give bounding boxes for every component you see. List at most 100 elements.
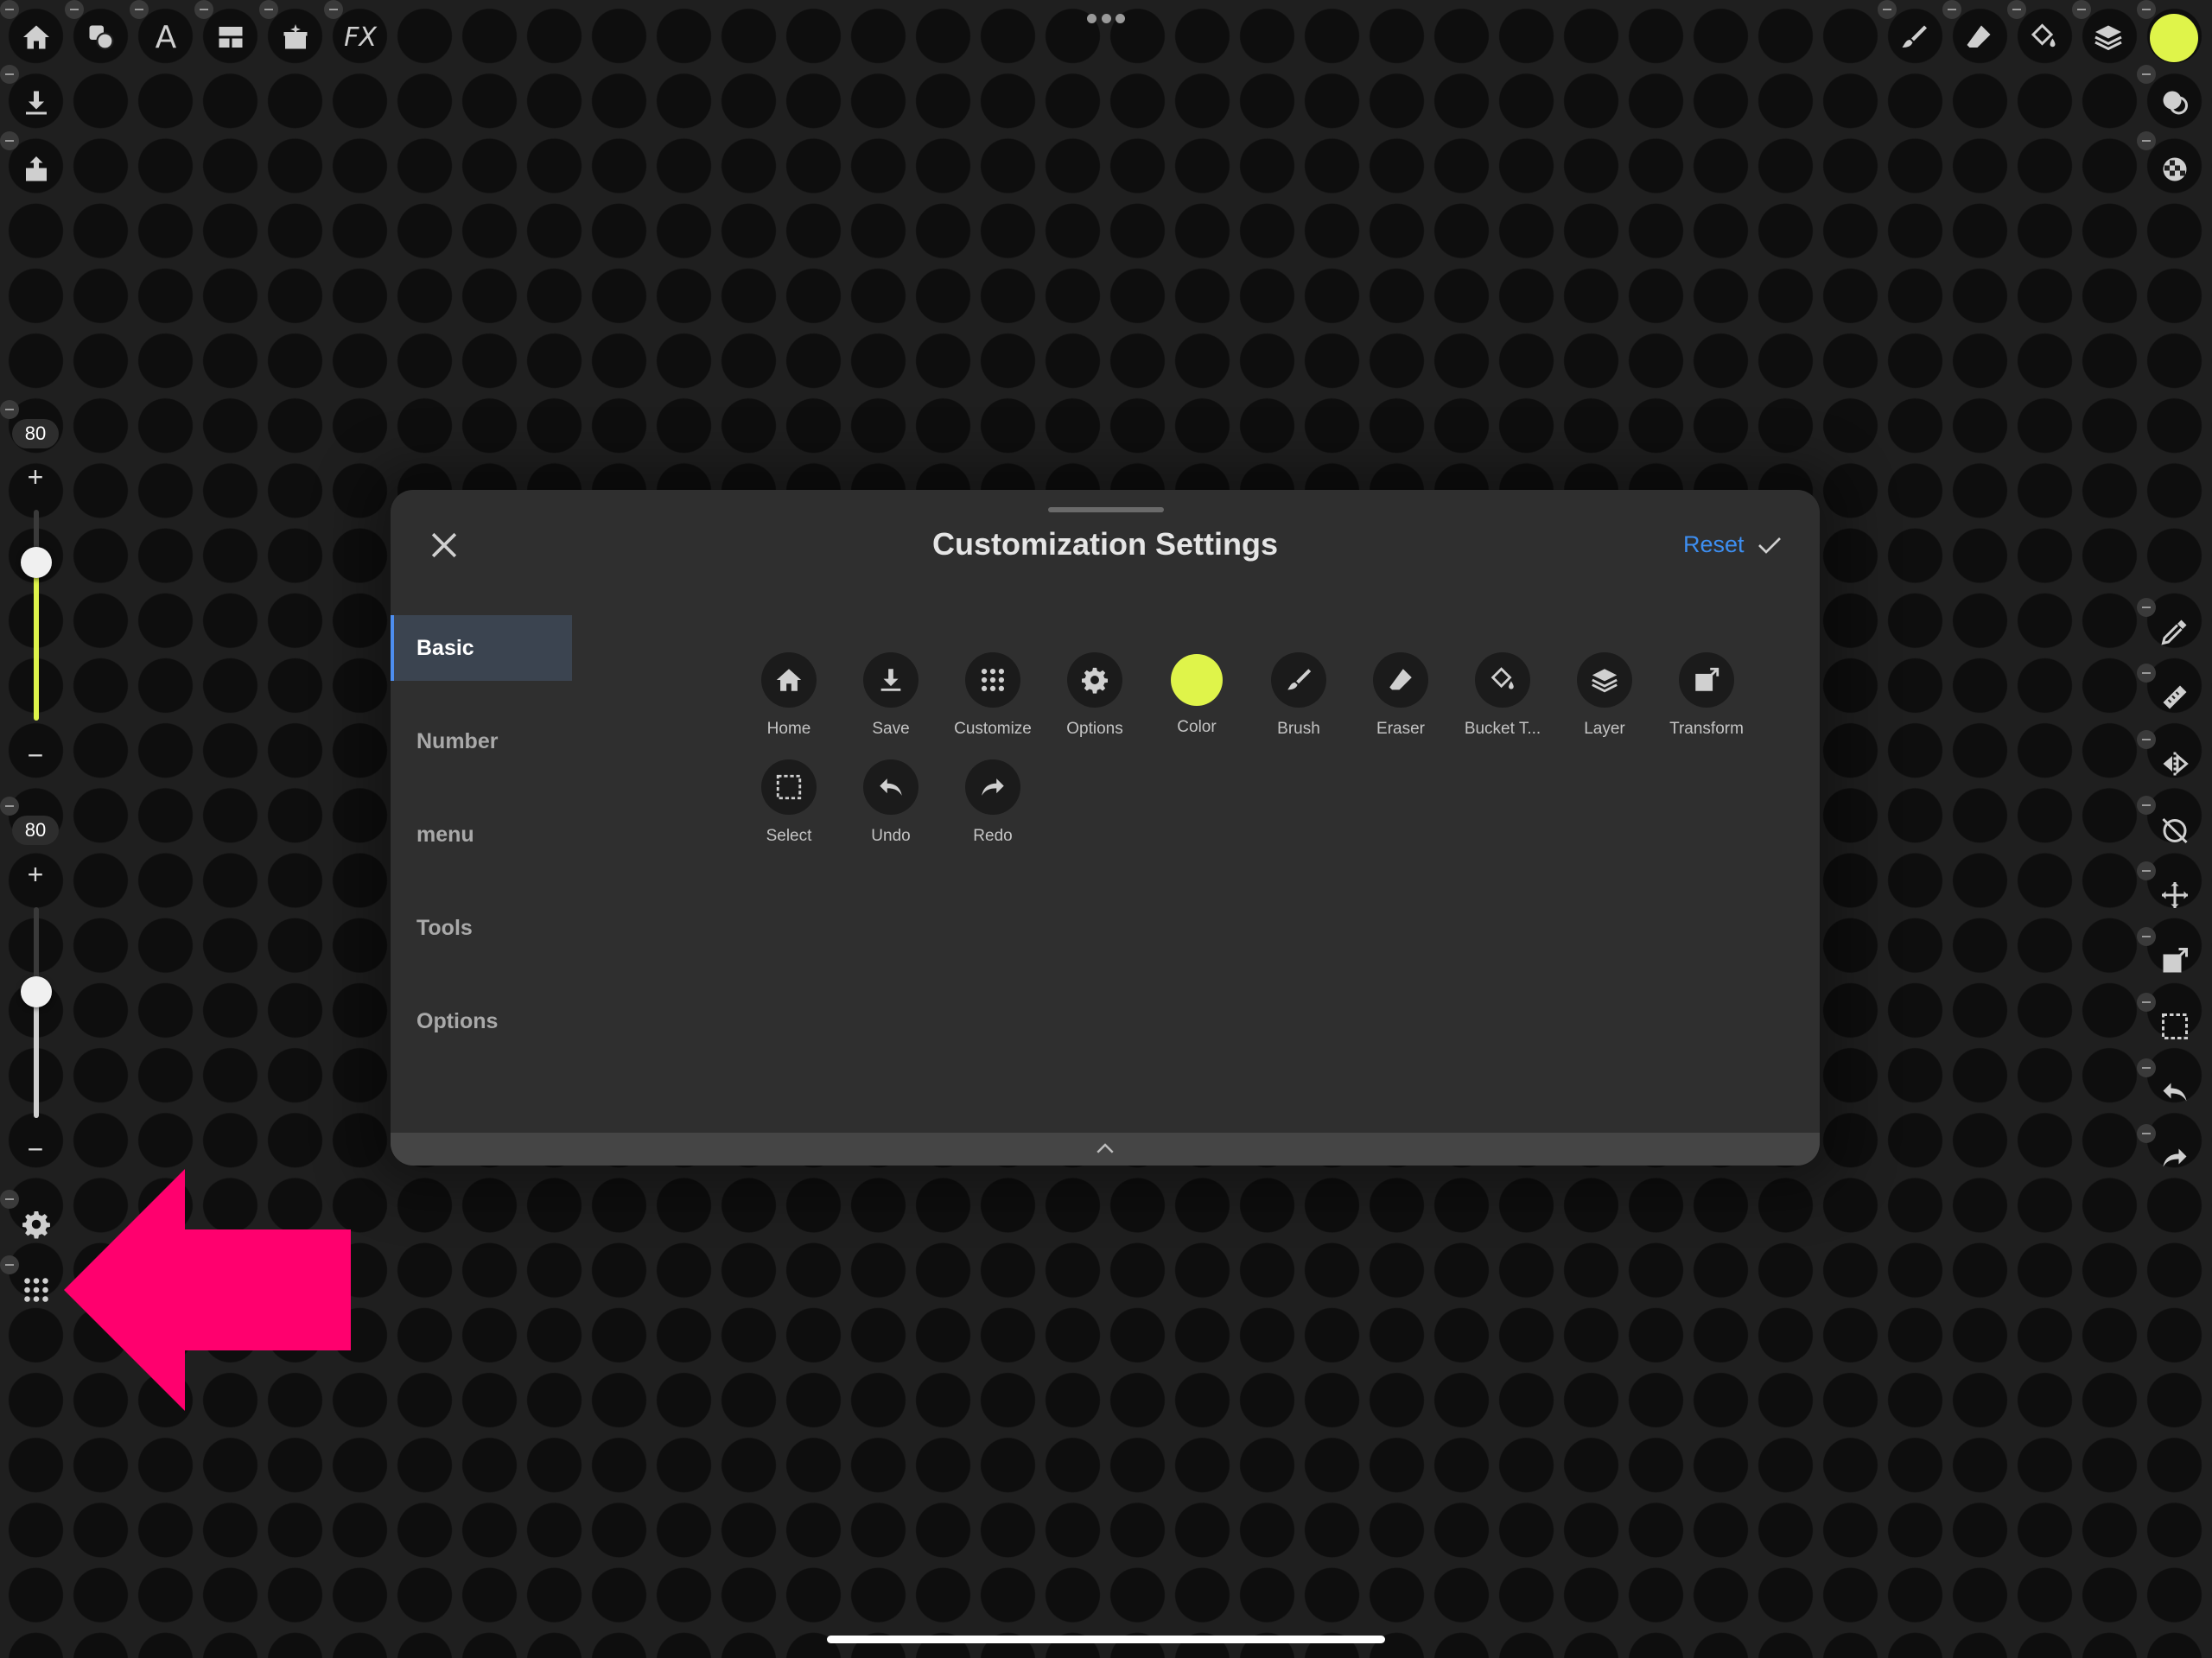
- tool-label: Color: [1177, 718, 1217, 736]
- sidebar-tab-tools[interactable]: Tools: [391, 895, 572, 961]
- remove-badge[interactable]: [2137, 598, 2156, 617]
- save-button[interactable]: [11, 78, 61, 128]
- undo-button[interactable]: [2150, 1067, 2200, 1117]
- checkmark-icon[interactable]: [1756, 531, 1783, 559]
- remove-badge[interactable]: [2007, 0, 2026, 19]
- brush-size-knob[interactable]: [21, 547, 52, 578]
- transform-button[interactable]: [2150, 936, 2200, 986]
- remove-badge[interactable]: [0, 65, 19, 84]
- move-button[interactable]: [2150, 870, 2200, 920]
- frame-button[interactable]: [206, 12, 256, 62]
- gear-icon: [22, 1211, 50, 1239]
- bucket-button[interactable]: [2018, 12, 2069, 62]
- remove-badge[interactable]: [0, 0, 19, 19]
- remove-badge[interactable]: [2137, 0, 2156, 19]
- reset-button[interactable]: Reset: [1683, 531, 1745, 558]
- remove-badge[interactable]: [130, 0, 149, 19]
- remove-badge[interactable]: [2137, 927, 2156, 946]
- size-decrease-button[interactable]: −: [19, 740, 52, 772]
- layers-button[interactable]: [2083, 12, 2133, 62]
- sidebar-tab-options[interactable]: Options: [391, 988, 572, 1054]
- remove-badge[interactable]: [2137, 1124, 2156, 1143]
- brush-size-slider[interactable]: [34, 510, 39, 721]
- opacity-increase-button[interactable]: +: [19, 859, 52, 892]
- collapse-bar[interactable]: [391, 1133, 1820, 1166]
- eyedropper-icon: [2161, 619, 2187, 645]
- tool-item-save[interactable]: Save: [840, 652, 942, 739]
- opacity-slider[interactable]: [34, 907, 39, 1118]
- shapes-button[interactable]: [76, 12, 126, 62]
- fx-button[interactable]: FX: [335, 12, 385, 62]
- remove-badge[interactable]: [0, 400, 19, 419]
- tool-item-home[interactable]: Home: [738, 652, 840, 739]
- tool-item-redo[interactable]: Redo: [942, 759, 1044, 846]
- tool-item-color[interactable]: Color: [1146, 652, 1248, 737]
- remove-badge[interactable]: [259, 0, 278, 19]
- remove-badge[interactable]: [65, 0, 84, 19]
- remove-badge[interactable]: [0, 131, 19, 150]
- tool-item-undo[interactable]: Undo: [840, 759, 942, 846]
- opacity-decrease-button[interactable]: −: [19, 1134, 52, 1166]
- ruler-button[interactable]: [2150, 672, 2200, 722]
- select-button[interactable]: [2150, 1001, 2200, 1051]
- tool-item-customize[interactable]: Customize: [942, 652, 1044, 739]
- snap-button[interactable]: [2150, 804, 2200, 854]
- tool-item-transform[interactable]: Transform: [1656, 652, 1758, 739]
- remove-badge[interactable]: [2137, 861, 2156, 880]
- eyedropper-button[interactable]: [2150, 607, 2200, 657]
- opacity-value: 80: [12, 816, 59, 845]
- gift-button[interactable]: [270, 12, 321, 62]
- texture-button[interactable]: [2150, 144, 2200, 194]
- home-button[interactable]: [11, 12, 61, 62]
- tool-item-options[interactable]: Options: [1044, 652, 1146, 739]
- remove-badge[interactable]: [2137, 993, 2156, 1012]
- home-indicator[interactable]: [827, 1636, 1385, 1643]
- remove-badge[interactable]: [0, 797, 19, 816]
- tool-item-brush[interactable]: Brush: [1248, 652, 1350, 739]
- tool-item-bucket-t[interactable]: Bucket T...: [1452, 652, 1554, 739]
- tool-item-eraser[interactable]: Eraser: [1350, 652, 1452, 739]
- remove-badge[interactable]: [2137, 796, 2156, 815]
- tool-item-select[interactable]: Select: [738, 759, 840, 846]
- tool-label: Options: [1066, 720, 1123, 738]
- blend-button[interactable]: [2150, 78, 2200, 128]
- remove-badge[interactable]: [2072, 0, 2091, 19]
- remove-badge[interactable]: [1878, 0, 1897, 19]
- tool-item-layer[interactable]: Layer: [1554, 652, 1656, 739]
- share-button[interactable]: [11, 144, 61, 194]
- opacity-knob[interactable]: [21, 975, 52, 1007]
- remove-badge[interactable]: [0, 1255, 19, 1274]
- remove-badge[interactable]: [324, 0, 343, 19]
- tool-label: Layer: [1584, 720, 1625, 738]
- customize-button[interactable]: [11, 1265, 61, 1315]
- remove-badge[interactable]: [2137, 1058, 2156, 1077]
- remove-badge[interactable]: [0, 1190, 19, 1209]
- color-swatch-button[interactable]: [2150, 14, 2198, 62]
- symmetry-button[interactable]: [2150, 739, 2200, 789]
- remove-badge[interactable]: [2137, 131, 2156, 150]
- sparkle-box-icon: [283, 24, 308, 49]
- eraser-button[interactable]: [1954, 12, 2004, 62]
- blend-circles-icon: [2163, 91, 2188, 115]
- remove-badge[interactable]: [1942, 0, 1961, 19]
- remove-badge[interactable]: [2137, 65, 2156, 84]
- redo-icon: [2163, 1148, 2187, 1167]
- brush-button[interactable]: [1889, 12, 1939, 62]
- sidebar-tab-basic[interactable]: Basic: [391, 615, 572, 681]
- tool-label: Undo: [871, 827, 911, 845]
- size-increase-button[interactable]: +: [19, 461, 52, 494]
- text-tool-button[interactable]: A: [141, 12, 191, 62]
- checker-ball-icon: [2163, 157, 2187, 181]
- remove-badge[interactable]: [194, 0, 213, 19]
- text-tool-icon: A: [155, 19, 177, 55]
- sidebar-tab-menu[interactable]: menu: [391, 802, 572, 867]
- settings-button[interactable]: [11, 1199, 61, 1249]
- remove-badge[interactable]: [2137, 730, 2156, 749]
- bucket-icon: [2031, 23, 2056, 48]
- remove-badge[interactable]: [2137, 664, 2156, 683]
- move-arrows-icon: [2162, 882, 2188, 908]
- more-menu-icon[interactable]: [1087, 14, 1125, 24]
- redo-button[interactable]: [2150, 1133, 2200, 1183]
- sidebar-tab-number[interactable]: Number: [391, 708, 572, 774]
- drag-handle[interactable]: [1048, 507, 1164, 512]
